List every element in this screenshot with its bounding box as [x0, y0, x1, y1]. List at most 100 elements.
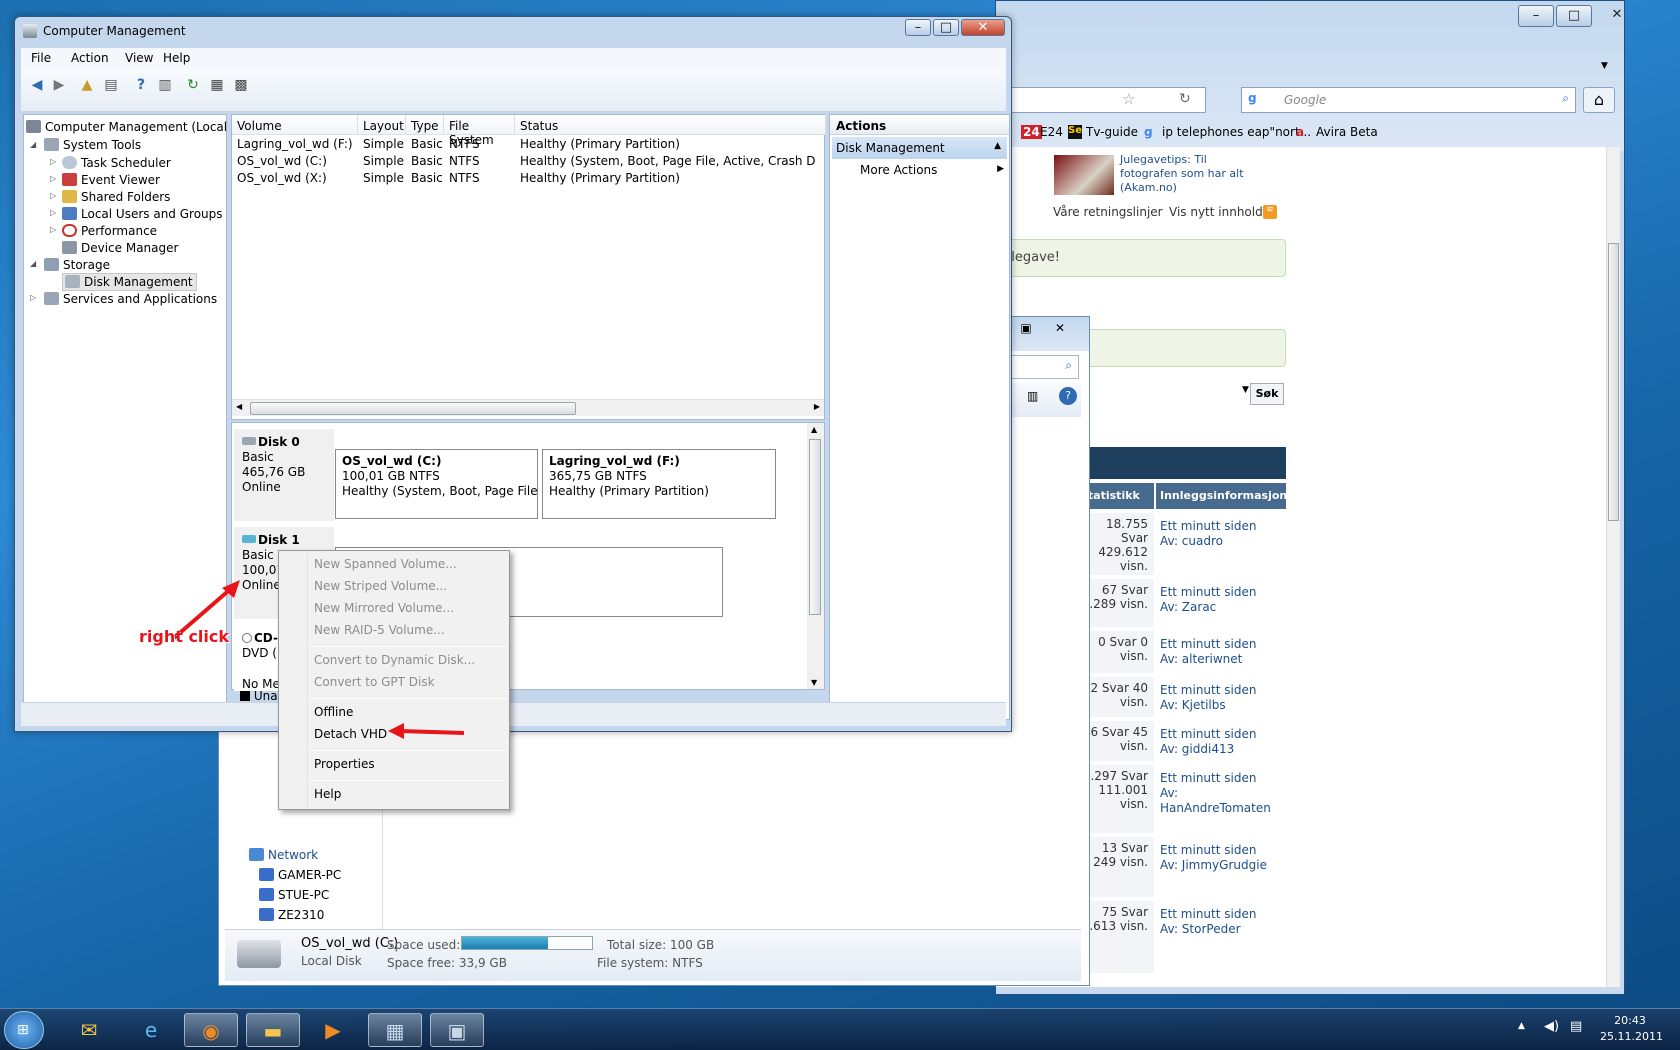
col-status[interactable]: Status — [515, 115, 826, 135]
bookmark-star-icon[interactable]: ☆ — [1122, 90, 1135, 108]
volume-cell-name[interactable]: OS_vol_wd (X:) — [237, 171, 358, 188]
actions-disk-management[interactable]: Disk Management ▲ — [832, 137, 1007, 159]
expand-icon[interactable]: ▷ — [50, 208, 56, 217]
volume-cell-fs[interactable]: NTFS — [449, 154, 515, 171]
promo-link[interactable]: Julegavetips: Til fotografen som har alt… — [1120, 153, 1250, 195]
scroll-thumb[interactable] — [1608, 243, 1619, 521]
volume-icon[interactable]: ◀) — [1544, 1019, 1559, 1034]
col-file-system[interactable]: File System — [444, 115, 515, 147]
new-content-link[interactable]: Vis nytt innhold — [1169, 205, 1263, 219]
url-bar[interactable]: ↻ ☆ — [996, 87, 1206, 113]
menu-new-mirrored-volume[interactable]: New Mirrored Volume... — [314, 601, 454, 615]
menu-new-striped-volume[interactable]: New Striped Volume... — [314, 579, 447, 593]
col-type[interactable]: Type — [406, 115, 444, 135]
last-post-time[interactable]: Ett minutt siden — [1160, 683, 1284, 698]
volume-cell-layout[interactable]: Simple — [363, 154, 406, 171]
close-button[interactable]: ✕ — [1594, 5, 1640, 27]
close-button[interactable]: ✕ — [1045, 321, 1075, 339]
tree-services-applications[interactable]: Services and Applications — [44, 291, 217, 307]
volume-cell-status[interactable]: Healthy (Primary Partition) — [520, 171, 815, 188]
list-hscroll[interactable]: ◀ ▶ — [232, 399, 824, 416]
search-input[interactable]: g Google ⌕ — [1241, 87, 1576, 113]
export-list-icon[interactable]: ▩ — [231, 76, 251, 94]
rss-icon[interactable]: ≋ — [1263, 205, 1277, 219]
scroll-right-icon[interactable]: ▶ — [814, 402, 820, 411]
properties-icon[interactable]: ▦ — [207, 76, 227, 94]
network-item[interactable]: Network — [249, 847, 318, 863]
collapse-up-icon[interactable]: ▲ — [994, 141, 1001, 151]
menu-help[interactable]: Help — [314, 787, 341, 801]
scroll-thumb[interactable] — [250, 402, 576, 415]
volume-cell-type[interactable]: Basic — [411, 171, 444, 188]
tree-local-users[interactable]: Local Users and Groups — [62, 206, 223, 222]
sok-button[interactable]: Søk — [1250, 383, 1284, 405]
computer-management-taskbar-icon[interactable]: ▦ — [368, 1013, 422, 1047]
bookmark-e24[interactable]: E24 — [1040, 125, 1063, 139]
last-post-author[interactable]: Av: HanAndreTomaten — [1160, 786, 1284, 816]
menu-convert-dynamic[interactable]: Convert to Dynamic Disk... — [314, 653, 475, 667]
minimize-button[interactable]: – — [905, 19, 931, 36]
dropdown-arrow-icon[interactable]: ▼ — [1242, 385, 1249, 395]
expand-icon[interactable]: ▷ — [50, 225, 56, 234]
last-post-author[interactable]: Av: Zarac — [1160, 600, 1284, 615]
up-folder-icon[interactable]: ▲ — [77, 76, 97, 94]
menu-convert-gpt[interactable]: Convert to GPT Disk — [314, 675, 435, 689]
volume-cell-fs[interactable]: NTFS — [449, 171, 515, 188]
reload-icon[interactable]: ↻ — [1179, 91, 1191, 107]
last-post-time[interactable]: Ett minutt siden — [1160, 727, 1284, 742]
volume-cell-type[interactable]: Basic — [411, 137, 444, 154]
menu-action[interactable]: Action — [71, 51, 109, 65]
network-computer[interactable]: STUE-PC — [259, 887, 329, 903]
last-post-author[interactable]: Av: alteriwnet — [1160, 652, 1284, 667]
tree-device-manager[interactable]: Device Manager — [62, 240, 178, 256]
rules-link[interactable]: Våre retningslinjer — [1053, 205, 1163, 219]
menu-properties[interactable]: Properties — [314, 757, 375, 771]
bookmark-tv-guide[interactable]: Tv-guide — [1086, 125, 1138, 139]
help-icon[interactable]: ? — [1059, 387, 1077, 405]
volume-cell-fs[interactable]: NTFS — [449, 137, 515, 154]
tree-event-viewer[interactable]: Event Viewer — [62, 172, 160, 188]
graph-vscroll[interactable]: ▲ ▼ — [807, 423, 824, 689]
tree-shared-folders[interactable]: Shared Folders — [62, 189, 170, 205]
preview-pane-icon[interactable]: ▥ — [1027, 389, 1038, 403]
last-post-author[interactable]: Av: StorPeder — [1160, 922, 1284, 937]
tree-task-scheduler[interactable]: Task Scheduler — [62, 155, 171, 171]
page-scrollbar[interactable] — [1606, 147, 1620, 987]
last-post-author[interactable]: Av: JimmyGrudgie — [1160, 858, 1284, 873]
scroll-down-icon[interactable]: ▼ — [811, 678, 817, 687]
expand-icon[interactable]: ▷ — [30, 293, 36, 302]
refresh-icon[interactable]: ↻ — [183, 76, 203, 94]
last-post-author[interactable]: Av: Kjetilbs — [1160, 698, 1284, 713]
volume-cell-layout[interactable]: Simple — [363, 171, 406, 188]
show-hide-action-pane-icon[interactable]: ▥ — [155, 76, 175, 94]
list-all-tabs-icon[interactable]: ▼ — [1601, 61, 1608, 71]
menu-help[interactable]: Help — [163, 51, 190, 65]
maximize-button[interactable]: ▣ — [1015, 321, 1037, 339]
help-icon[interactable]: ? — [131, 76, 151, 94]
home-button[interactable]: ⌂ — [1583, 87, 1615, 113]
tree-disk-management[interactable]: Disk Management — [62, 273, 197, 291]
menu-offline[interactable]: Offline — [314, 705, 353, 719]
back-icon[interactable]: ◀ — [27, 76, 47, 94]
last-post-time[interactable]: Ett minutt siden — [1160, 519, 1284, 534]
outlook-icon[interactable]: ✉ — [62, 1013, 116, 1047]
last-post-time[interactable]: Ett minutt siden — [1160, 637, 1284, 652]
volume-cell-type[interactable]: Basic — [411, 154, 444, 171]
volume-cell-name[interactable]: OS_vol_wd (C:) — [237, 154, 358, 171]
clock[interactable]: 20:43 25.11.2011 — [1600, 1013, 1663, 1045]
internet-explorer-icon[interactable]: e — [124, 1013, 178, 1047]
media-player-icon[interactable]: ▶ — [306, 1013, 360, 1047]
expand-icon[interactable]: ▷ — [50, 191, 56, 200]
expand-icon[interactable]: ▷ — [50, 174, 56, 183]
menu-file[interactable]: File — [31, 51, 51, 65]
last-post-time[interactable]: Ett minutt siden — [1160, 585, 1284, 600]
menu-new-raid5-volume[interactable]: New RAID-5 Volume... — [314, 623, 445, 637]
tree-system-tools[interactable]: System Tools — [44, 137, 141, 153]
close-button[interactable]: ✕ — [961, 19, 1005, 36]
bookmark-avira-beta[interactable]: Avira Beta — [1316, 125, 1378, 139]
expand-icon[interactable]: ▷ — [50, 157, 56, 166]
more-actions-item[interactable]: More Actions ▶ — [860, 163, 1006, 181]
last-post-time[interactable]: Ett minutt siden — [1160, 843, 1284, 858]
volume-cell-status[interactable]: Healthy (Primary Partition) — [520, 137, 815, 154]
network-app-icon[interactable]: ▣ — [430, 1013, 484, 1047]
